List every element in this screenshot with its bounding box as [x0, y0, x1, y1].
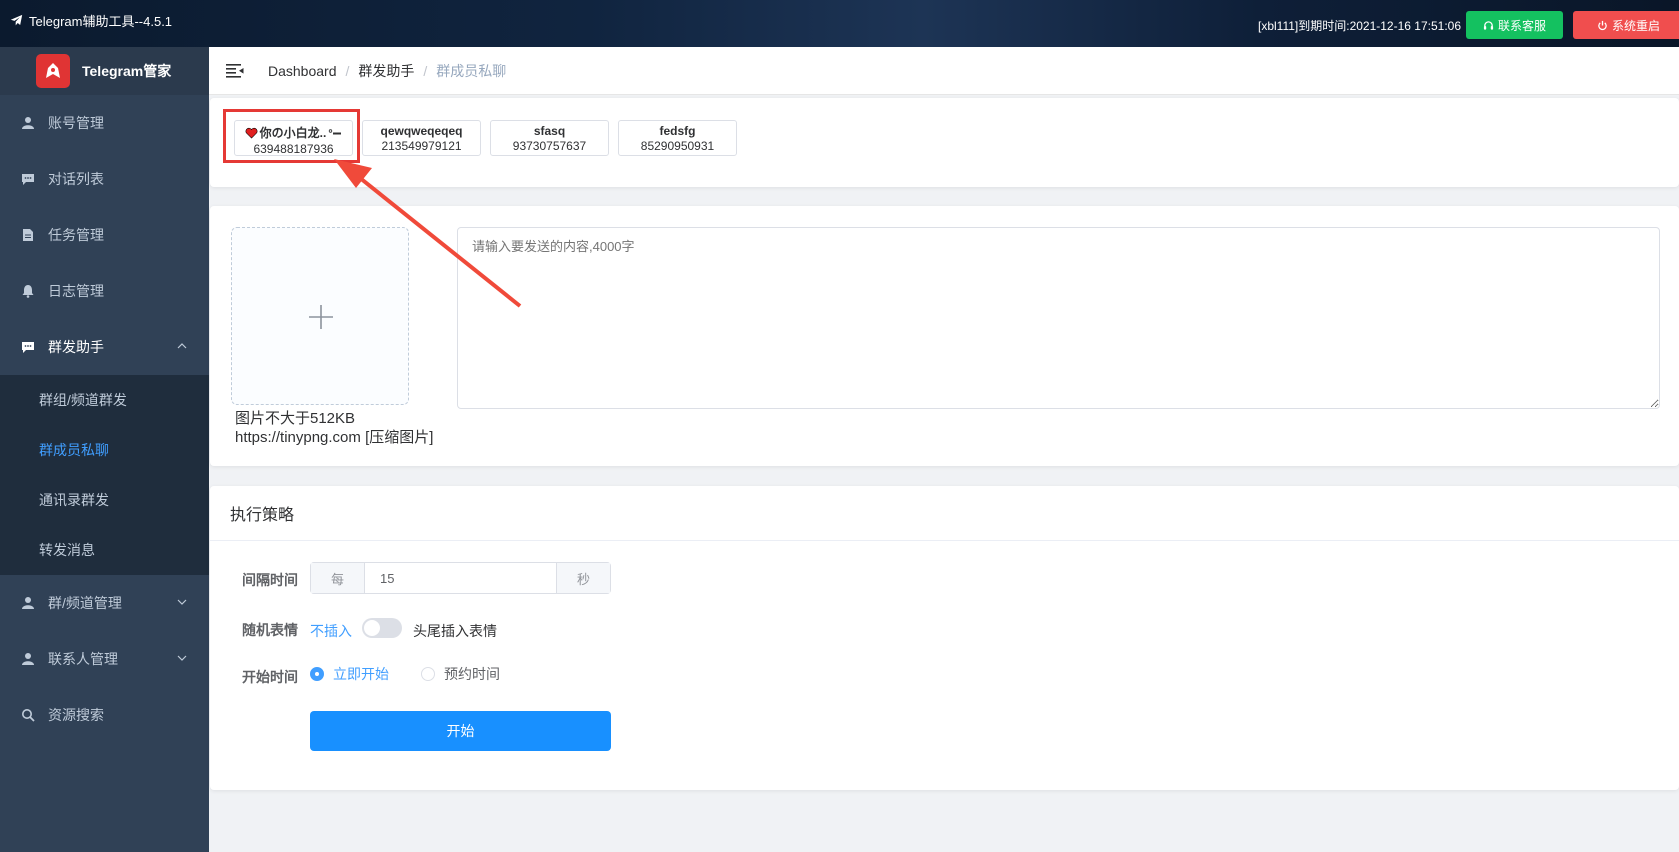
app-title: Telegram辅助工具--4.5.1 [10, 11, 172, 30]
sidebar-item-label: 任务管理 [48, 227, 104, 243]
account-phone: 85290950931 [640, 139, 715, 153]
submenu-item-forward-message[interactable]: 转发消息 [0, 525, 209, 575]
chat-icon [20, 339, 36, 355]
chevron-down-icon [177, 599, 187, 605]
breadcrumb: Dashboard / 群发助手 / 群成员私聊 [268, 61, 506, 81]
document-icon [20, 227, 36, 243]
upload-hint: 图片不大于512KB https://tinypng.com [压缩图片] [235, 409, 433, 447]
sidebar-item-group-channel-management[interactable]: 群/频道管理 [0, 575, 209, 631]
accounts-card: 你の小白龙.. 639488187936 qewqweqeqeq 2135499… [210, 98, 1679, 187]
sidebar: Telegram管家 账号管理 对话列表 任务管理 日志管理 群发助手 群组/频… [0, 47, 209, 852]
upload-compress-link[interactable]: https://tinypng.com [压缩图片] [235, 428, 433, 447]
compose-card: 图片不大于512KB https://tinypng.com [压缩图片] [210, 206, 1679, 466]
sidebar-item-conversations[interactable]: 对话列表 [0, 151, 209, 207]
account-tag[interactable]: qewqweqeqeq 213549979121 [362, 120, 481, 156]
sidebar-item-label: 群/频道管理 [48, 595, 122, 611]
radio-schedule-label: 预约时间 [444, 666, 500, 682]
account-tag[interactable]: sfasq 93730757637 [490, 120, 609, 156]
chevron-down-icon [177, 655, 187, 661]
breadcrumb-item-current: 群成员私聊 [436, 62, 507, 79]
header-bar: Dashboard / 群发助手 / 群成员私聊 [209, 47, 1679, 95]
sidebar-item-broadcast[interactable]: 群发助手 [0, 319, 209, 375]
sidebar-item-contacts[interactable]: 联系人管理 [0, 631, 209, 687]
message-input[interactable] [457, 227, 1660, 409]
random-emoji-switch[interactable] [362, 618, 402, 638]
telegram-plane-icon [10, 14, 23, 26]
expiry-info: [xbl111]到期时间:2021-12-16 17:51:06 [1257, 19, 1461, 33]
account-name: qewqweqeqeq [380, 124, 463, 138]
radio-schedule[interactable]: 预约时间 [421, 664, 500, 684]
broadcast-submenu: 群组/频道群发 群成员私聊 通讯录群发 转发消息 [0, 375, 209, 575]
interval-prefix: 每 [311, 563, 365, 593]
logo-icon [36, 54, 70, 88]
radio-start-now[interactable]: 立即开始 [310, 664, 389, 684]
account-phone: 93730757637 [512, 139, 587, 153]
top-bar: Telegram辅助工具--4.5.1 [xbl111]到期时间:2021-12… [0, 0, 1679, 47]
random-emoji-label: 随机表情 [242, 622, 298, 638]
sidebar-item-label: 对话列表 [48, 171, 104, 187]
breadcrumb-item-dashboard[interactable]: Dashboard [268, 63, 337, 79]
chevron-up-icon [177, 343, 187, 349]
sidebar-logo: Telegram管家 [0, 47, 209, 95]
submenu-item-group-channel-broadcast[interactable]: 群组/频道群发 [0, 375, 209, 425]
sidebar-item-logs[interactable]: 日志管理 [0, 263, 209, 319]
app-title-text: Telegram辅助工具--4.5.1 [29, 14, 173, 29]
menu-fold-icon[interactable] [226, 63, 244, 78]
image-upload[interactable] [231, 227, 409, 405]
emoji-off-text[interactable]: 不插入 [310, 621, 352, 641]
logo-text: Telegram管家 [82, 63, 172, 79]
radio-unchecked-icon [421, 667, 435, 681]
selected-account-highlight [223, 109, 360, 163]
search-icon [20, 707, 36, 723]
user-icon [20, 595, 36, 611]
user-icon [20, 115, 36, 131]
interval-input[interactable] [365, 563, 556, 593]
contact-support-button[interactable]: 联系客服 [1466, 11, 1563, 39]
sidebar-item-label: 账号管理 [48, 115, 104, 131]
sidebar-item-label: 群发助手 [48, 339, 104, 355]
plus-icon [309, 305, 333, 329]
interval-suffix: 秒 [556, 563, 610, 593]
sidebar-item-label: 日志管理 [48, 283, 104, 299]
upload-size-hint: 图片不大于512KB [235, 410, 356, 427]
start-time-label: 开始时间 [242, 669, 298, 685]
contact-support-label: 联系客服 [1497, 18, 1546, 33]
system-restart-button[interactable]: 系统重启 [1573, 11, 1679, 39]
switch-knob [364, 620, 380, 636]
start-button[interactable]: 开始 [310, 711, 611, 751]
bell-icon [20, 283, 36, 299]
submenu-item-contacts-broadcast[interactable]: 通讯录群发 [0, 475, 209, 525]
submenu-item-member-private-chat[interactable]: 群成员私聊 [0, 425, 209, 475]
chat-icon [20, 171, 36, 187]
radio-checked-icon [310, 667, 324, 681]
power-icon [1598, 20, 1607, 30]
sidebar-item-label: 联系人管理 [48, 651, 118, 667]
sidebar-item-resource-search[interactable]: 资源搜索 [0, 687, 209, 743]
headset-icon [1483, 20, 1494, 30]
interval-input-group: 每 秒 [310, 562, 611, 594]
breadcrumb-separator: / [345, 62, 350, 79]
account-phone: 213549979121 [381, 139, 462, 153]
account-tag[interactable]: fedsfg 85290950931 [618, 120, 737, 156]
sidebar-item-accounts[interactable]: 账号管理 [0, 95, 209, 151]
strategy-card: 执行策略 间隔时间 每 秒 随机表情 不插入 头尾插入表情 开始时间 立即开始 … [210, 486, 1679, 790]
sidebar-item-label: 资源搜索 [48, 707, 104, 723]
strategy-title: 执行策略 [210, 486, 1679, 541]
account-name: sfasq [533, 124, 566, 138]
user-icon [20, 651, 36, 667]
radio-start-now-label: 立即开始 [333, 666, 389, 682]
sidebar-item-tasks[interactable]: 任务管理 [0, 207, 209, 263]
interval-label: 间隔时间 [242, 572, 298, 588]
breadcrumb-separator: / [423, 62, 428, 79]
breadcrumb-item-broadcast[interactable]: 群发助手 [358, 61, 414, 81]
emoji-on-text[interactable]: 头尾插入表情 [413, 621, 497, 641]
system-restart-label: 系统重启 [1611, 18, 1660, 33]
account-name: fedsfg [659, 124, 696, 138]
